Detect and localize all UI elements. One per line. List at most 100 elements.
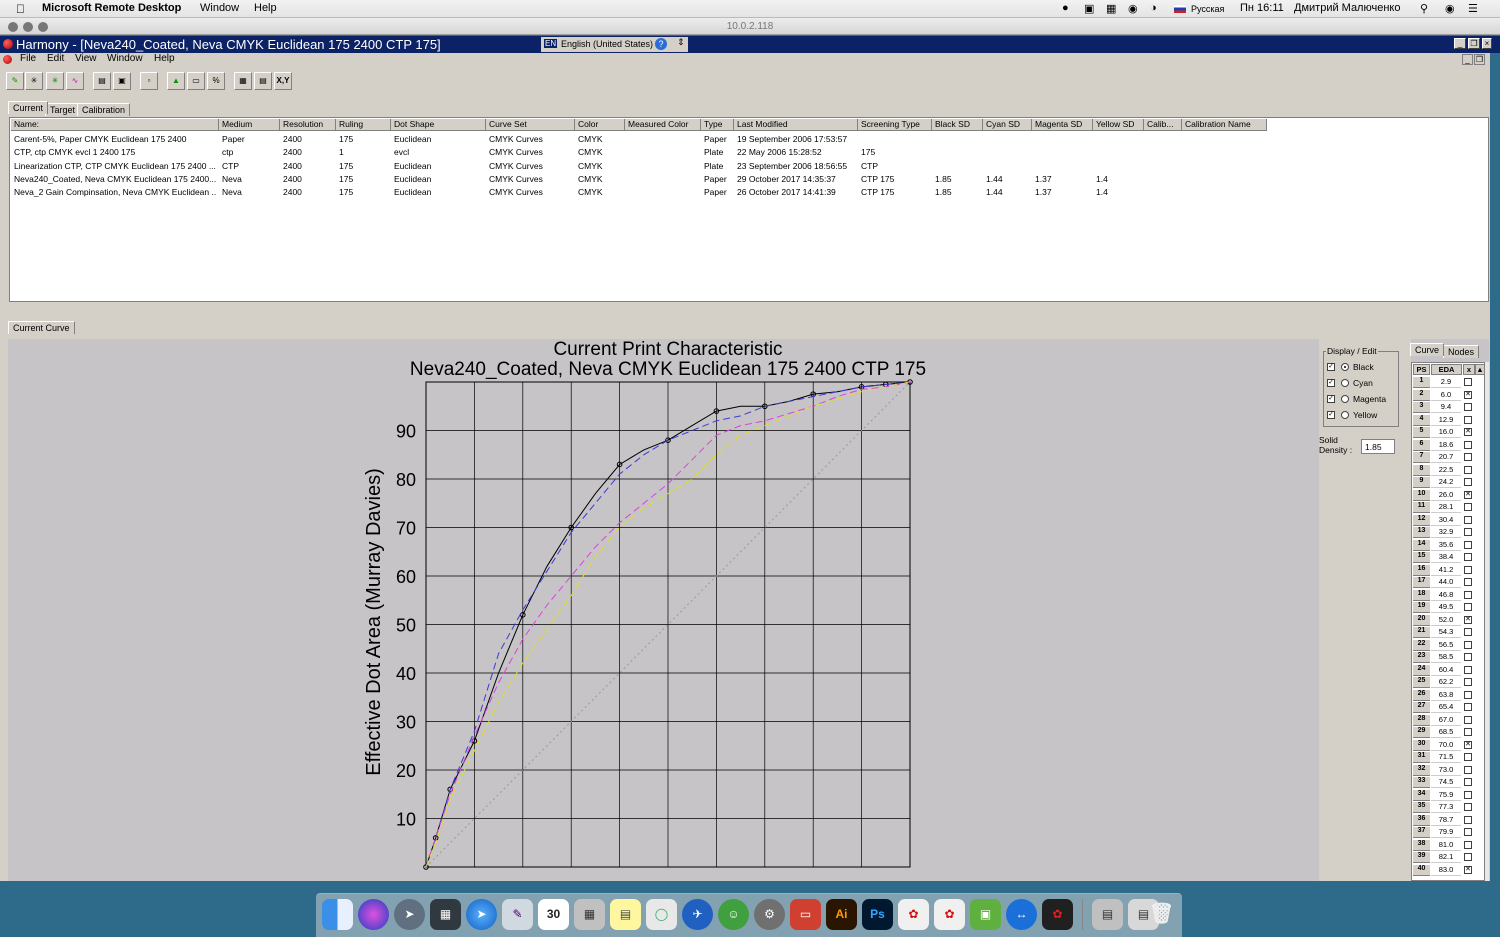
creative-cloud-icon[interactable]: ●	[1062, 2, 1069, 14]
eda-cell[interactable]: 2.9	[1431, 377, 1461, 388]
restore-button[interactable]: ❐	[1468, 38, 1480, 49]
node-checkbox[interactable]	[1464, 403, 1472, 411]
eda-cell[interactable]: 68.5	[1431, 727, 1461, 738]
eda-cell[interactable]: 26.0	[1431, 490, 1461, 501]
eda-cell[interactable]: 6.0	[1431, 390, 1461, 401]
measure-tool-icon[interactable]: ✎	[6, 72, 24, 90]
acrobat-icon[interactable]: ✿	[898, 899, 929, 930]
node-checkbox[interactable]	[1464, 690, 1472, 699]
node-checkbox[interactable]	[1464, 540, 1472, 549]
eda-cell[interactable]: 82.1	[1431, 852, 1461, 863]
keyboard-layout[interactable]: Русская	[1191, 4, 1224, 14]
node-checkbox[interactable]	[1464, 553, 1472, 561]
yellow-visible-checkbox[interactable]: ✓	[1327, 411, 1335, 419]
xy-coordinates-button[interactable]: X,Y	[274, 72, 292, 90]
node-checkbox[interactable]	[1464, 628, 1472, 636]
curve-tool-icon[interactable]: ∿	[66, 72, 84, 90]
bird-app-icon[interactable]: ✈	[682, 899, 713, 930]
node-checkbox[interactable]	[1464, 665, 1472, 674]
eda-cell[interactable]: 52.0	[1431, 615, 1461, 626]
eda-cell[interactable]: 44.0	[1431, 577, 1461, 588]
eda-cell[interactable]: 9.4	[1431, 402, 1461, 413]
photos-icon[interactable]: ◯	[646, 899, 677, 930]
harmony-app-icon[interactable]	[3, 39, 13, 49]
node-checkbox[interactable]	[1464, 640, 1472, 649]
percent-icon[interactable]: %	[207, 72, 225, 90]
eda-cell[interactable]: 46.8	[1431, 590, 1461, 601]
node-checkbox[interactable]	[1464, 565, 1472, 574]
column-header[interactable]: Calib...	[1144, 119, 1182, 131]
tab-nodes[interactable]: Nodes	[1443, 345, 1480, 358]
solid-density-input[interactable]	[1361, 439, 1395, 454]
menu-window[interactable]: Window	[107, 53, 143, 64]
node-checkbox[interactable]	[1464, 790, 1472, 799]
teamviewer-icon[interactable]: ↔	[1006, 899, 1037, 930]
node-checkbox[interactable]	[1464, 528, 1472, 536]
child-restore-button[interactable]: ❐	[1474, 54, 1485, 65]
eda-cell[interactable]: 35.6	[1431, 540, 1461, 551]
node-checkbox[interactable]	[1464, 465, 1472, 474]
curve-table-scrollbar[interactable]	[1485, 362, 1489, 881]
apple-icon[interactable]: 	[16, 2, 25, 16]
node-checkbox[interactable]	[1464, 440, 1472, 449]
eda-cell[interactable]: 56.5	[1431, 640, 1461, 651]
node-checkbox[interactable]	[1464, 840, 1472, 849]
adium-icon[interactable]: ☺	[718, 899, 749, 930]
eda-cell[interactable]: 60.4	[1431, 665, 1461, 676]
node-checkbox[interactable]	[1464, 728, 1472, 736]
tab-target[interactable]: Target	[45, 103, 81, 116]
menu-edit[interactable]: Edit	[47, 53, 64, 64]
eda-cell[interactable]: 32.9	[1431, 527, 1461, 538]
color-star-tool-icon[interactable]: ✳	[46, 72, 64, 90]
column-header[interactable]: Cyan SD	[983, 119, 1032, 131]
save-icon[interactable]: ▣	[113, 72, 131, 90]
column-header[interactable]: Black SD	[932, 119, 983, 131]
sync-icon[interactable]: ▦	[1106, 2, 1116, 15]
node-checkbox[interactable]	[1464, 415, 1472, 424]
finder-icon[interactable]	[322, 899, 353, 930]
node-checkbox[interactable]	[1464, 803, 1472, 811]
magenta-visible-checkbox[interactable]: ✓	[1327, 395, 1335, 403]
column-header[interactable]: Ruling	[336, 119, 391, 131]
eda-cell[interactable]: 77.3	[1431, 802, 1461, 813]
mac-menu-app[interactable]: Microsoft Remote Desktop	[42, 2, 181, 14]
acrobat-dc-icon[interactable]: ✿	[1042, 899, 1073, 930]
eda-cell[interactable]: 70.0	[1431, 740, 1461, 751]
siri-icon[interactable]: ◉	[1445, 2, 1455, 15]
tab-curve[interactable]: Curve	[1410, 343, 1445, 356]
node-checkbox[interactable]	[1464, 503, 1472, 511]
column-header[interactable]: Screening Type	[858, 119, 932, 131]
package-icon[interactable]: ▣	[970, 899, 1001, 930]
node-checkbox[interactable]	[1464, 715, 1472, 724]
safari-icon[interactable]: ➤	[466, 899, 497, 930]
eda-cell[interactable]: 62.2	[1431, 677, 1461, 688]
notes-icon[interactable]: ▤	[610, 899, 641, 930]
tab-current[interactable]: Current	[8, 101, 49, 114]
eda-cell[interactable]: 38.4	[1431, 552, 1461, 563]
launchpad-icon[interactable]: ➤	[394, 899, 425, 930]
user-name[interactable]: Дмитрий Малюченко	[1294, 2, 1400, 14]
node-checkbox[interactable]	[1464, 478, 1472, 486]
node-checkbox[interactable]: ✕	[1464, 740, 1472, 749]
eda-cell[interactable]: 71.5	[1431, 752, 1461, 763]
notification-center-icon[interactable]: ☰	[1468, 2, 1478, 15]
black-edit-radio[interactable]	[1341, 363, 1349, 371]
eda-cell[interactable]: 24.2	[1431, 477, 1461, 488]
column-header[interactable]: Last Modified	[734, 119, 858, 131]
column-header[interactable]: Yellow SD	[1093, 119, 1144, 131]
node-checkbox[interactable]	[1464, 578, 1472, 586]
spotlight-search-icon[interactable]: ⚲	[1420, 2, 1428, 15]
eda-cell[interactable]: 18.6	[1431, 440, 1461, 451]
node-checkbox[interactable]: ✕	[1464, 615, 1472, 624]
node-checkbox[interactable]: ✕	[1464, 390, 1472, 399]
column-header[interactable]: Medium	[219, 119, 280, 131]
node-checkbox[interactable]	[1464, 815, 1472, 824]
eda-cell[interactable]: 65.4	[1431, 702, 1461, 713]
eda-cell[interactable]: 16.0	[1431, 427, 1461, 438]
mac-menu-window[interactable]: Window	[200, 2, 239, 14]
column-header[interactable]: Dot Shape	[391, 119, 486, 131]
calculator-dock-icon[interactable]: ▦	[574, 899, 605, 930]
tab-current-curve[interactable]: Current Curve	[8, 321, 75, 334]
downloads-stack-icon[interactable]: ▤	[1092, 899, 1123, 930]
minimize-button[interactable]: _	[1454, 38, 1466, 49]
